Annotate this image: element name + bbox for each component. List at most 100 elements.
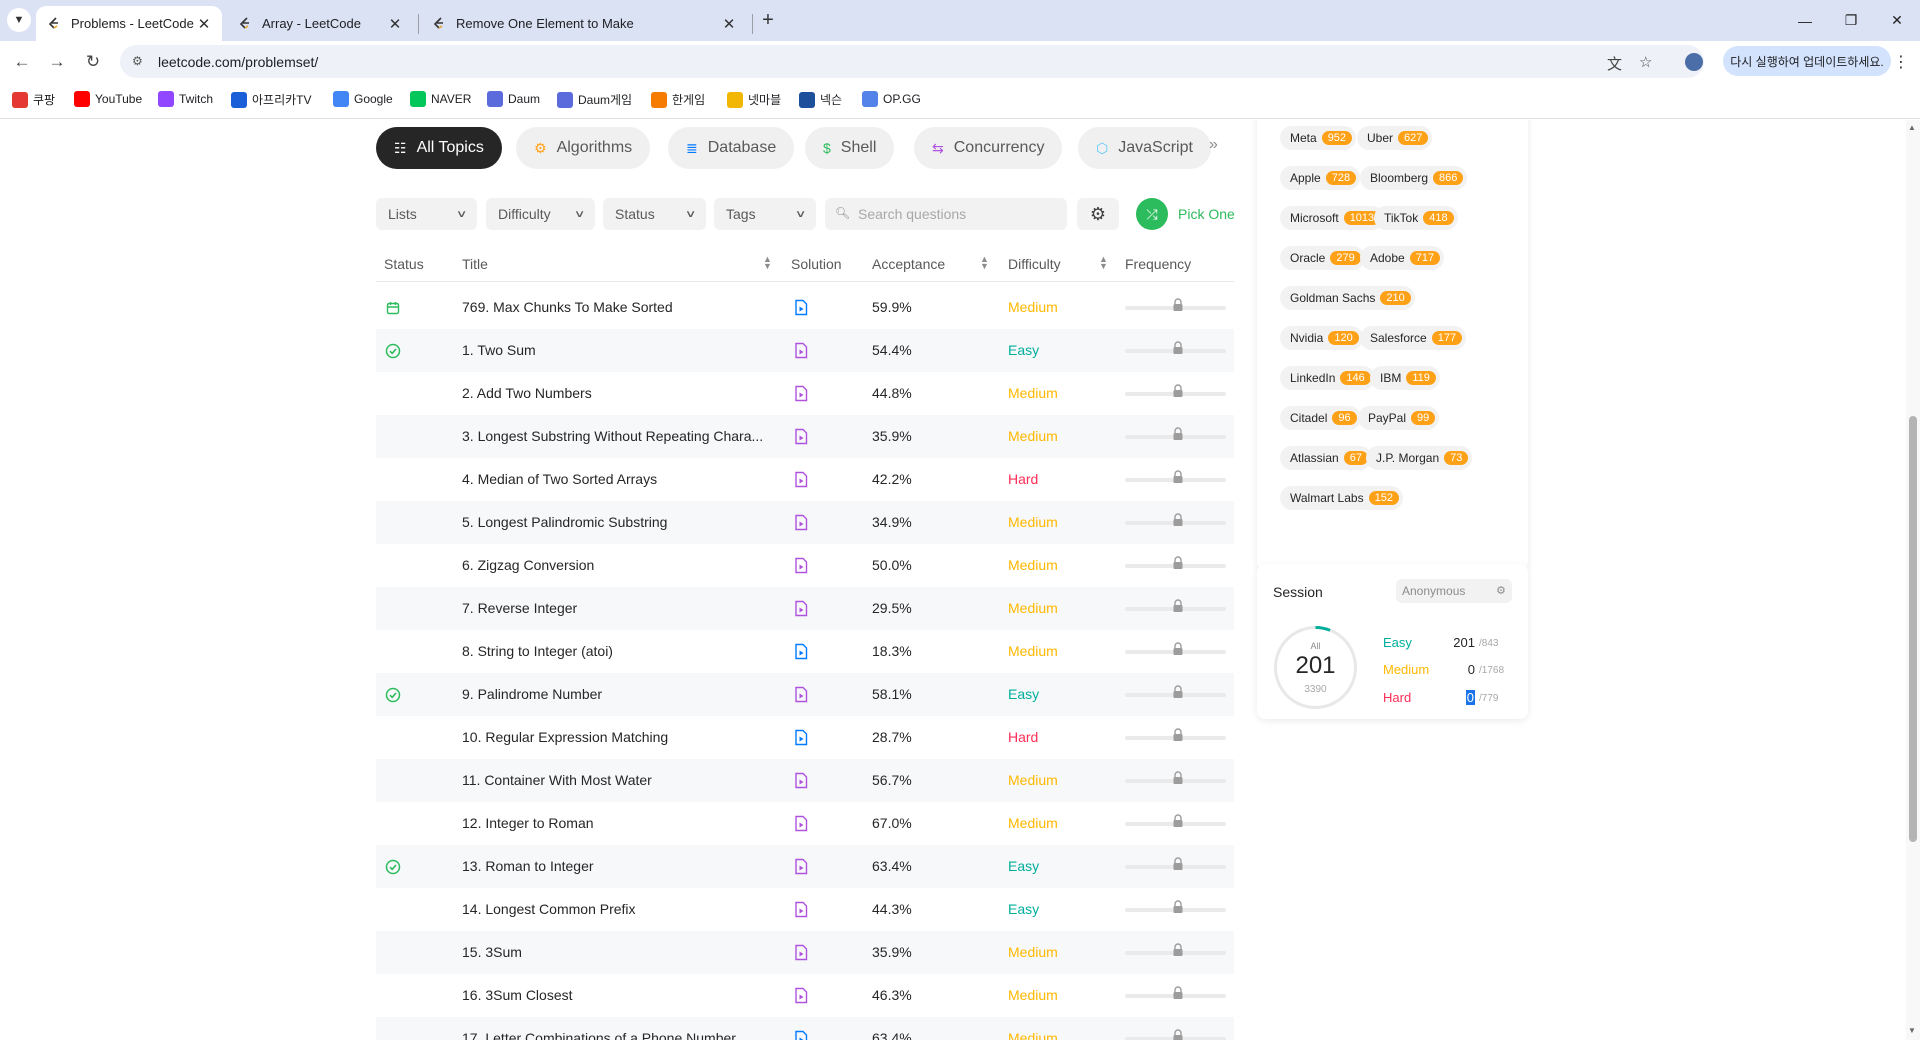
bookmark-item[interactable]: Twitch <box>158 91 213 107</box>
scroll-up-icon[interactable]: ▲ <box>1908 123 1916 132</box>
search-input[interactable] <box>858 204 1058 224</box>
bookmark-item[interactable]: Google <box>333 91 393 107</box>
lists-filter[interactable]: Lists ∨ <box>376 198 477 230</box>
article-solution-icon[interactable] <box>793 858 809 875</box>
topic-shell[interactable]: $ Shell <box>805 127 895 169</box>
table-row[interactable]: 9. Palindrome Number 58.1% Easy <box>376 673 1234 716</box>
table-row[interactable]: 769. Max Chunks To Make Sorted 59.9% Mediu… <box>376 286 1234 329</box>
table-row[interactable]: 8. String to Integer (atoi) 18.3% Medium <box>376 630 1234 673</box>
sort-icon[interactable]: ▲ ▼ <box>980 255 989 271</box>
bookmark-item[interactable]: Daum <box>487 91 540 107</box>
bookmark-item[interactable]: OP.GG <box>862 91 921 107</box>
table-row[interactable]: 2. Add Two Numbers 44.8% Medium <box>376 372 1234 415</box>
lock-icon[interactable] <box>1172 513 1184 527</box>
video-solution-icon[interactable] <box>793 299 809 316</box>
company-tag[interactable]: TikTok 418 <box>1374 206 1458 230</box>
table-row[interactable]: 12. Integer to Roman 67.0% Medium <box>376 802 1234 845</box>
problem-title-link[interactable]: 13. Roman to Integer <box>462 858 764 874</box>
topic-concurrency[interactable]: ⇆ Concurrency <box>914 127 1063 169</box>
tab-array[interactable]: Array - LeetCode ✕ <box>227 6 413 41</box>
close-icon[interactable]: ✕ <box>196 15 212 33</box>
company-tag[interactable]: Goldman Sachs 210 <box>1280 286 1415 310</box>
problem-title-link[interactable]: 12. Integer to Roman <box>462 815 764 831</box>
company-tag[interactable]: J.P. Morgan 73 <box>1366 446 1473 470</box>
table-row[interactable]: 7. Reverse Integer 29.5% Medium <box>376 587 1234 630</box>
company-tag[interactable]: Bloomberg 866 <box>1360 166 1468 190</box>
table-row[interactable]: 14. Longest Common Prefix 44.3% Easy <box>376 888 1234 931</box>
lock-icon[interactable] <box>1172 685 1184 699</box>
table-row[interactable]: 6. Zigzag Conversion 50.0% Medium <box>376 544 1234 587</box>
problem-title-link[interactable]: 9. Palindrome Number <box>462 686 764 702</box>
problem-title-link[interactable]: 7. Reverse Integer <box>462 600 764 616</box>
sort-icon[interactable]: ▲ ▼ <box>763 255 772 271</box>
tab-problems[interactable]: Problems - LeetCode ✕ <box>36 6 222 41</box>
table-row[interactable]: 3. Longest Substring Without Repeating C… <box>376 415 1234 458</box>
lock-icon[interactable] <box>1172 814 1184 828</box>
scroll-thumb[interactable] <box>1909 416 1917 842</box>
close-icon[interactable]: ✕ <box>721 15 737 33</box>
company-tag[interactable]: Uber 627 <box>1357 126 1433 150</box>
lock-icon[interactable] <box>1172 943 1184 957</box>
table-row[interactable]: 10. Regular Expression Matching 28.7% Hard <box>376 716 1234 759</box>
lock-icon[interactable] <box>1172 341 1184 355</box>
lock-icon[interactable] <box>1172 384 1184 398</box>
difficulty-filter[interactable]: Difficulty ∨ <box>486 198 595 230</box>
bookmark-item[interactable]: Daum게임 <box>557 91 632 108</box>
chevron-double-right-icon[interactable]: » <box>1209 136 1218 154</box>
company-tag[interactable]: Apple 728 <box>1280 166 1361 190</box>
problem-title-link[interactable]: 14. Longest Common Prefix <box>462 901 764 917</box>
more-menu-icon[interactable]: ⋮ <box>1893 52 1909 72</box>
bookmark-item[interactable]: 넥슨 <box>799 91 842 108</box>
session-select[interactable]: Anonymous ⚙ <box>1396 579 1512 603</box>
problem-title-link[interactable]: 769. Max Chunks To Make Sorted <box>462 299 764 315</box>
close-icon[interactable]: ✕ <box>387 15 403 33</box>
lock-icon[interactable] <box>1172 427 1184 441</box>
article-solution-icon[interactable] <box>793 901 809 918</box>
company-tag[interactable]: Salesforce 177 <box>1360 326 1467 350</box>
tab-search-button[interactable]: ▼ <box>7 8 31 32</box>
problem-title-link[interactable]: 17. Letter Combinations of a Phone Numbe… <box>462 1030 764 1040</box>
header-difficulty[interactable]: Difficulty <box>1008 256 1061 272</box>
problem-title-link[interactable]: 6. Zigzag Conversion <box>462 557 764 573</box>
settings-button[interactable]: ⚙ <box>1077 198 1119 230</box>
gear-icon[interactable]: ⚙ <box>1496 584 1506 597</box>
problem-title-link[interactable]: 5. Longest Palindromic Substring <box>462 514 764 530</box>
table-row[interactable]: 15. 3Sum 35.9% Medium <box>376 931 1234 974</box>
company-tag[interactable]: Meta 952 <box>1280 126 1357 150</box>
article-solution-icon[interactable] <box>793 772 809 789</box>
lock-icon[interactable] <box>1172 642 1184 656</box>
lock-icon[interactable] <box>1172 771 1184 785</box>
sort-icon[interactable]: ▲ ▼ <box>1099 255 1108 271</box>
problem-title-link[interactable]: 4. Median of Two Sorted Arrays <box>462 471 764 487</box>
minimize-button[interactable]: — <box>1782 0 1828 41</box>
table-row[interactable]: 13. Roman to Integer 63.4% Easy <box>376 845 1234 888</box>
article-solution-icon[interactable] <box>793 342 809 359</box>
lock-icon[interactable] <box>1172 986 1184 1000</box>
company-tag[interactable]: Atlassian 67 <box>1280 446 1372 470</box>
tab-remove-element[interactable]: Remove One Element to Make ✕ <box>421 6 747 41</box>
header-acceptance[interactable]: Acceptance <box>872 256 945 272</box>
header-frequency[interactable]: Frequency <box>1125 256 1191 272</box>
problem-title-link[interactable]: 15. 3Sum <box>462 944 764 960</box>
back-button[interactable]: ← <box>8 48 36 76</box>
reload-button[interactable]: ↻ <box>79 48 107 76</box>
bookmark-item[interactable]: NAVER <box>410 91 471 107</box>
table-row[interactable]: 17. Letter Combinations of a Phone Numbe… <box>376 1017 1234 1040</box>
video-solution-icon[interactable] <box>793 643 809 660</box>
bookmark-item[interactable]: 한게임 <box>651 91 705 108</box>
lock-icon[interactable] <box>1172 728 1184 742</box>
topic-database[interactable]: ≣ Database <box>668 127 795 169</box>
company-tag[interactable]: Citadel 96 <box>1280 406 1361 430</box>
bookmark-star-icon[interactable]: ☆ <box>1639 53 1652 71</box>
article-solution-icon[interactable] <box>793 385 809 402</box>
company-tag[interactable]: LinkedIn 146 <box>1280 366 1375 390</box>
video-solution-icon[interactable] <box>793 729 809 746</box>
table-row[interactable]: 11. Container With Most Water 56.7% Medium <box>376 759 1234 802</box>
lock-icon[interactable] <box>1172 857 1184 871</box>
video-solution-icon[interactable] <box>793 1030 809 1040</box>
table-row[interactable]: 16. 3Sum Closest 46.3% Medium <box>376 974 1234 1017</box>
article-solution-icon[interactable] <box>793 987 809 1004</box>
table-row[interactable]: 4. Median of Two Sorted Arrays 42.2% Hard <box>376 458 1234 501</box>
article-solution-icon[interactable] <box>793 428 809 445</box>
problem-title-link[interactable]: 8. String to Integer (atoi) <box>462 643 764 659</box>
